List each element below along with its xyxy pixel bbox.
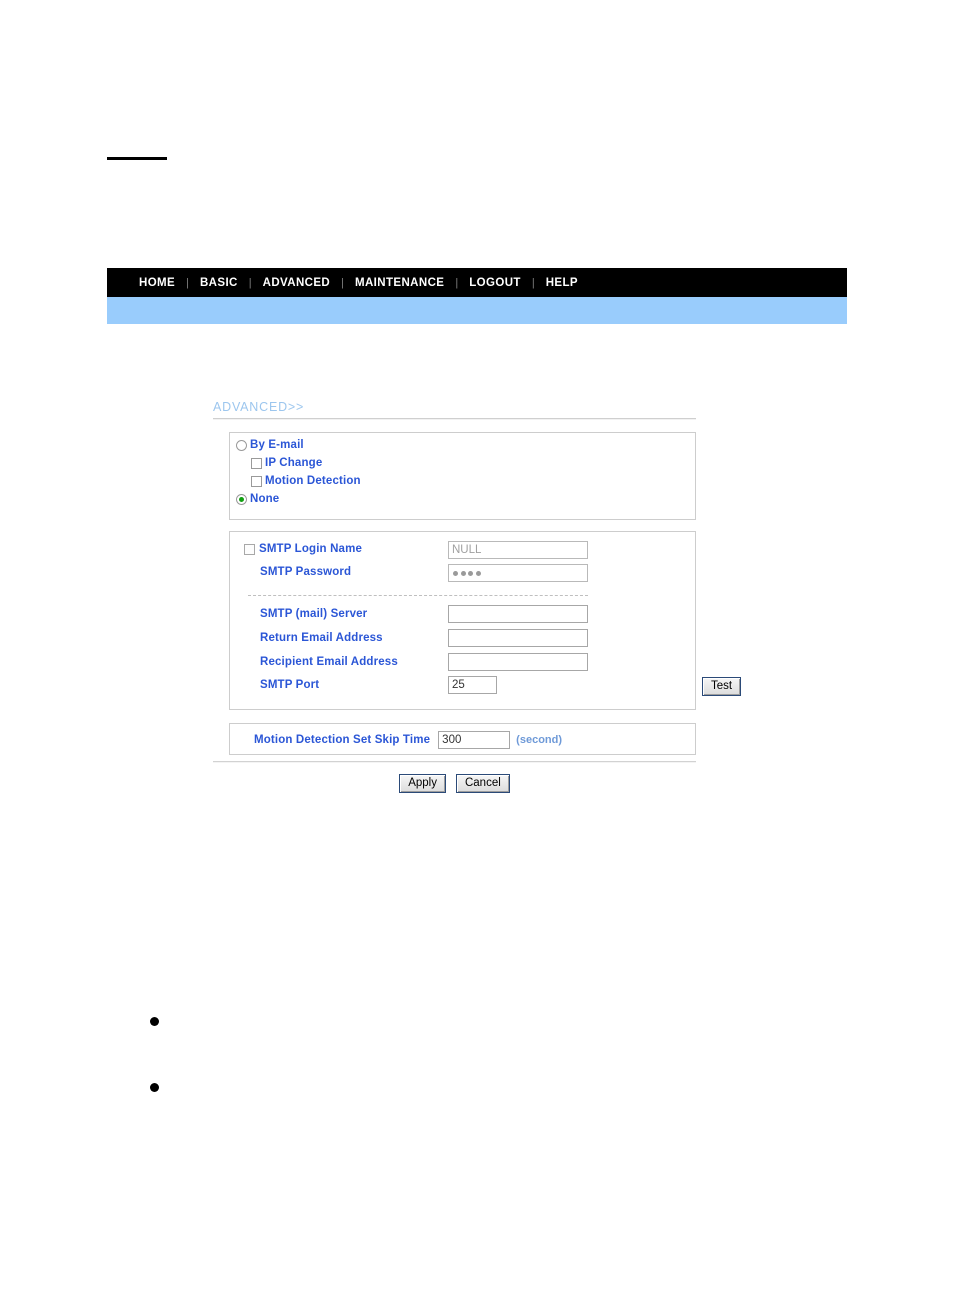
checkbox-ip-change[interactable]: IP Change [251,457,322,469]
document-bullet-list [150,1008,750,1140]
password-dot [460,570,466,576]
checkbox-smtp-login-name[interactable] [244,543,255,555]
test-button[interactable]: Test [702,677,742,696]
radio-none[interactable]: None [236,493,279,505]
cancel-button[interactable]: Cancel [455,774,510,793]
smtp-login-name-input[interactable] [448,541,588,559]
password-dot [453,570,458,576]
smtp-return-email-label: Return Email Address [260,632,383,644]
checkbox-ip-change-indicator[interactable] [251,457,262,469]
form-bottom-divider [213,761,696,763]
checkbox-ip-change-label: IP Change [265,457,323,469]
checkbox-motion-detection[interactable]: Motion Detection [251,475,361,487]
smtp-mail-server-label: SMTP (mail) Server [260,608,368,620]
breadcrumb: ADVANCED>> [213,400,696,420]
smtp-mail-server-input[interactable] [448,605,588,623]
bullet-icon [150,1017,159,1026]
motion-skip-time-box: Motion Detection Set Skip Time (second) [229,723,696,755]
list-item [150,1008,750,1074]
smtp-section-divider [248,595,588,596]
smtp-login-name-label: SMTP Login Name [259,543,362,555]
smtp-return-email-input[interactable] [448,629,588,647]
page-top-rule [107,157,167,160]
breadcrumb-divider [213,418,696,420]
trigger-options-box: By E-mail IP Change Motion Detection Non… [229,432,696,520]
nav-separator: | [455,276,459,289]
smtp-port-row: SMTP Port [260,679,319,691]
radio-by-email-indicator[interactable] [236,439,247,451]
radio-by-email-label: By E-mail [250,439,304,451]
smtp-port-label: SMTP Port [260,679,320,691]
nav-item-logout[interactable]: LOGOUT [467,277,523,289]
smtp-mail-server-row: SMTP (mail) Server [260,608,367,620]
smtp-port-input[interactable] [448,676,497,694]
password-dot [468,570,473,576]
camera-web-ui-panel: HOME | BASIC | ADVANCED | MAINTENANCE | … [107,268,847,793]
breadcrumb-label: ADVANCED>> [213,400,305,414]
motion-skip-time-input[interactable] [438,731,511,749]
smtp-password-input[interactable] [448,564,588,582]
nav-item-basic[interactable]: BASIC [198,277,240,289]
apply-button[interactable]: Apply [399,774,446,793]
form-actions: Apply Cancel [213,774,696,793]
page-banner [107,297,847,324]
motion-skip-time-label: Motion Detection Set Skip Time [254,734,431,746]
nav-item-home[interactable]: HOME [137,277,177,289]
nav-item-advanced[interactable]: ADVANCED [261,277,333,289]
checkbox-motion-detection-indicator[interactable] [251,475,262,487]
nav-item-help[interactable]: HELP [544,277,580,289]
smtp-return-email-row: Return Email Address [260,632,383,644]
password-dot [475,570,481,576]
nav-separator: | [341,276,344,289]
motion-skip-time-unit: (second) [516,734,563,746]
nav-separator: | [248,276,252,289]
list-item [150,1074,750,1140]
radio-none-label: None [250,493,280,505]
smtp-login-name-row: SMTP Login Name [244,543,362,555]
checkbox-motion-detection-label: Motion Detection [265,475,361,487]
main-navigation-bar: HOME | BASIC | ADVANCED | MAINTENANCE | … [107,268,847,297]
smtp-password-row: SMTP Password [260,566,351,578]
bullet-icon [150,1083,159,1092]
nav-separator: | [186,276,189,289]
smtp-settings-box: SMTP Login Name SMTP Password SMTP (mail… [229,531,742,710]
nav-item-maintenance[interactable]: MAINTENANCE [353,277,446,289]
radio-none-indicator[interactable] [236,493,247,505]
page-content: ADVANCED>> By E-mail IP Change Motion De… [107,324,847,793]
smtp-recipient-email-input[interactable] [448,653,588,671]
smtp-recipient-email-row: Recipient Email Address [260,656,398,668]
smtp-password-label: SMTP Password [260,566,352,578]
radio-by-email[interactable]: By E-mail [236,439,304,451]
motion-skip-time-row: Motion Detection Set Skip Time (second) [254,731,562,749]
smtp-recipient-email-label: Recipient Email Address [260,656,398,668]
nav-separator: | [531,276,535,289]
